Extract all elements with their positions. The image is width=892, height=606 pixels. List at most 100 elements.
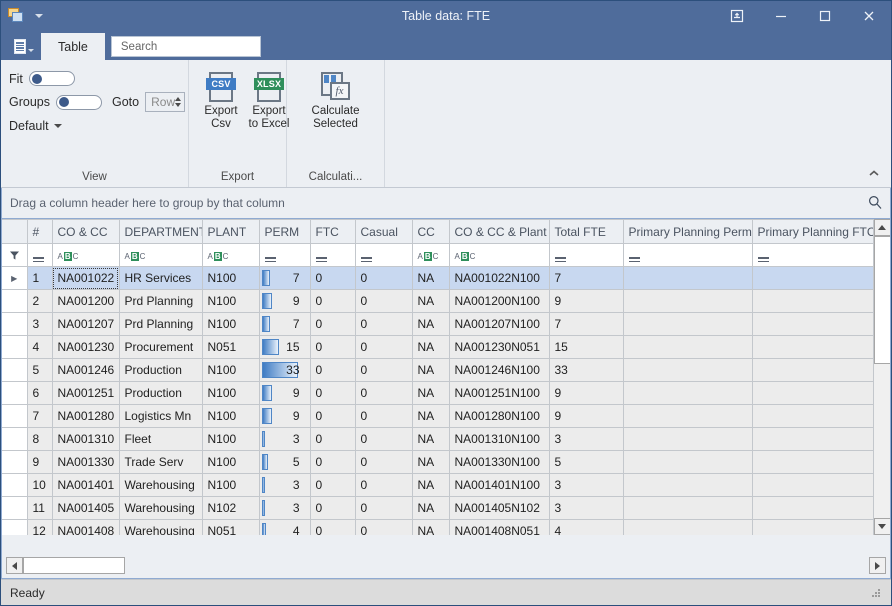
goto-row-stepper[interactable]: Row (145, 92, 185, 112)
close-icon[interactable] (847, 1, 891, 31)
filter-equals-icon[interactable] (33, 256, 44, 262)
search-box[interactable] (111, 36, 261, 57)
minimize-icon[interactable] (759, 1, 803, 31)
column-header-dept[interactable]: DEPARTMENT (119, 220, 202, 244)
cell-plant[interactable]: N100 (202, 451, 259, 474)
cell-coccp[interactable]: NA001401N100 (449, 474, 549, 497)
cell-ppperm[interactable] (623, 428, 752, 451)
filter-funnel-icon[interactable] (7, 250, 22, 261)
cell-plant[interactable]: N051 (202, 520, 259, 536)
chevron-down-icon[interactable] (35, 14, 43, 18)
cell-coccp[interactable]: NA001280N100 (449, 405, 549, 428)
cell-ppperm[interactable] (623, 497, 752, 520)
export-to-excel-button[interactable]: XLSX Export to Excel (245, 69, 293, 134)
filter-text-icon[interactable]: ABC (455, 252, 476, 261)
filter-equals-icon[interactable] (316, 256, 327, 262)
cell-totalfte[interactable]: 15 (549, 336, 623, 359)
cell-cocc[interactable]: NA001280 (52, 405, 119, 428)
cell-casual[interactable]: 0 (355, 474, 412, 497)
cell-casual[interactable]: 0 (355, 336, 412, 359)
table-row[interactable]: 8NA001310FleetN100300NANA001310N1003 (2, 428, 873, 451)
cell-totalfte[interactable]: 3 (549, 497, 623, 520)
cell-ftc[interactable]: 0 (310, 313, 355, 336)
cell-dept[interactable]: Warehousing (119, 497, 202, 520)
vertical-scrollbar[interactable] (873, 219, 890, 535)
filter-cell-plant[interactable]: ABC (202, 244, 259, 267)
cell-perm[interactable]: 7 (259, 313, 310, 336)
cell-ppftc[interactable] (752, 497, 873, 520)
cell-plant[interactable]: N100 (202, 359, 259, 382)
cell-cc[interactable]: NA (412, 474, 449, 497)
cell-dept[interactable]: Logistics Mn (119, 405, 202, 428)
cell-dept[interactable]: Prd Planning (119, 313, 202, 336)
cell-totalfte[interactable]: 4 (549, 520, 623, 536)
cell-cc[interactable]: NA (412, 336, 449, 359)
cell-cc[interactable]: NA (412, 405, 449, 428)
filter-text-icon[interactable]: ABC (418, 252, 439, 261)
filter-equals-icon[interactable] (629, 256, 640, 262)
cell-ppftc[interactable] (752, 336, 873, 359)
cell-ftc[interactable]: 0 (310, 497, 355, 520)
table-row[interactable]: ▶1NA001022HR ServicesN100700NANA001022N1… (2, 267, 873, 290)
cell-ppperm[interactable] (623, 359, 752, 382)
cell-ppperm[interactable] (623, 451, 752, 474)
filter-cell-ind[interactable] (2, 244, 27, 267)
maximize-icon[interactable] (803, 1, 847, 31)
cell-perm[interactable]: 3 (259, 474, 310, 497)
filter-cell-ppftc[interactable] (752, 244, 873, 267)
cell-coccp[interactable]: NA001207N100 (449, 313, 549, 336)
cell-plant[interactable]: N100 (202, 405, 259, 428)
cell-ppperm[interactable] (623, 267, 752, 290)
column-header-cocc[interactable]: CO & CC (52, 220, 119, 244)
cell-ftc[interactable]: 0 (310, 267, 355, 290)
cell-ftc[interactable]: 0 (310, 336, 355, 359)
cell-ppperm[interactable] (623, 520, 752, 536)
filter-equals-icon[interactable] (758, 256, 769, 262)
cell-plant[interactable]: N100 (202, 474, 259, 497)
cell-cc[interactable]: NA (412, 359, 449, 382)
dock-icon[interactable] (715, 1, 759, 31)
cell-casual[interactable]: 0 (355, 267, 412, 290)
cell-cocc[interactable]: NA001310 (52, 428, 119, 451)
cell-ppperm[interactable] (623, 313, 752, 336)
table-row[interactable]: 6NA001251ProductionN100900NANA001251N100… (2, 382, 873, 405)
filter-text-icon[interactable]: ABC (125, 252, 146, 261)
fit-toggle[interactable] (29, 71, 75, 86)
cell-perm[interactable]: 9 (259, 382, 310, 405)
cell-perm[interactable]: 7 (259, 267, 310, 290)
cell-dept[interactable]: Procurement (119, 336, 202, 359)
table-row[interactable]: 2NA001200Prd PlanningN100900NANA001200N1… (2, 290, 873, 313)
cell-cocc[interactable]: NA001330 (52, 451, 119, 474)
horizontal-scrollbar[interactable] (6, 557, 886, 574)
cell-dept[interactable]: Warehousing (119, 520, 202, 536)
column-header-coccp[interactable]: CO & CC & Plant (449, 220, 549, 244)
cell-cc[interactable]: NA (412, 382, 449, 405)
cell-coccp[interactable]: NA001251N100 (449, 382, 549, 405)
cell-coccp[interactable]: NA001022N100 (449, 267, 549, 290)
cell-coccp[interactable]: NA001230N051 (449, 336, 549, 359)
cell-plant[interactable]: N100 (202, 267, 259, 290)
default-view-dropdown[interactable]: Default (9, 119, 180, 133)
cell-ftc[interactable]: 0 (310, 520, 355, 536)
chevron-up-icon[interactable] (863, 163, 885, 183)
filter-cell-totalfte[interactable] (549, 244, 623, 267)
cell-coccp[interactable]: NA001330N100 (449, 451, 549, 474)
cell-perm[interactable]: 9 (259, 405, 310, 428)
calculate-selected-button[interactable]: fx Calculate Selected (298, 69, 374, 134)
cell-ppperm[interactable] (623, 474, 752, 497)
cell-ftc[interactable]: 0 (310, 474, 355, 497)
filter-row[interactable]: ABCABCABCABCABC (2, 244, 873, 267)
filter-cell-coccp[interactable]: ABC (449, 244, 549, 267)
cell-casual[interactable]: 0 (355, 313, 412, 336)
table-row[interactable]: 10NA001401WarehousingN100300NANA001401N1… (2, 474, 873, 497)
cell-num[interactable]: 6 (27, 382, 52, 405)
cell-perm[interactable]: 3 (259, 497, 310, 520)
cell-cc[interactable]: NA (412, 267, 449, 290)
cell-ftc[interactable]: 0 (310, 428, 355, 451)
cell-coccp[interactable]: NA001246N100 (449, 359, 549, 382)
filter-equals-icon[interactable] (361, 256, 372, 262)
cell-ppftc[interactable] (752, 313, 873, 336)
cell-cc[interactable]: NA (412, 313, 449, 336)
horizontal-scroll-thumb[interactable] (23, 557, 125, 574)
cell-ppftc[interactable] (752, 359, 873, 382)
